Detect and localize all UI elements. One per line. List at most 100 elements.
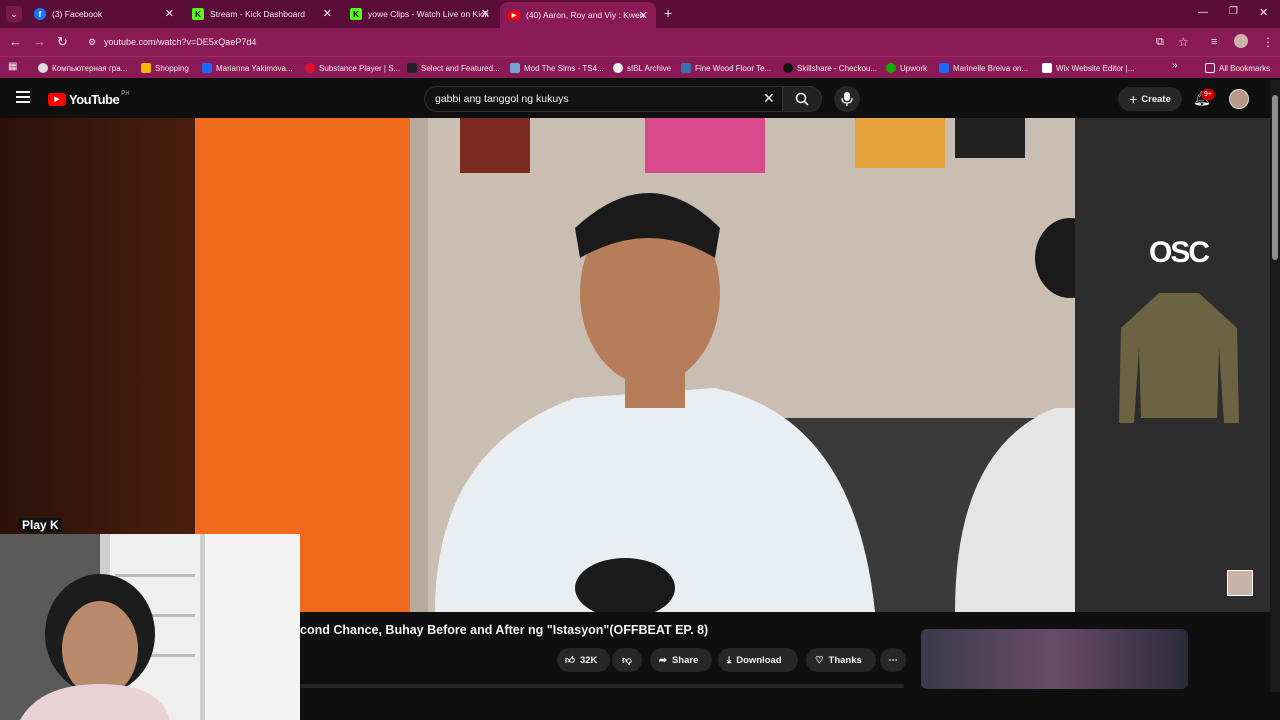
bookmarks-bar: ▦ Компьютерная гра... Shopping Marianna …: [0, 56, 1280, 78]
bookmark-label: Shopping: [155, 63, 189, 73]
reload-icon[interactable]: ↻: [57, 34, 68, 50]
recommended-thumbnail[interactable]: [921, 629, 1188, 689]
webcam-overlay: [0, 534, 300, 720]
close-icon[interactable]: ✕: [639, 9, 648, 22]
share-button[interactable]: ➦ Share: [650, 648, 712, 672]
bookmark-star-icon[interactable]: ☆: [1178, 34, 1189, 50]
search-icon: [795, 92, 809, 106]
bookmark-item[interactable]: Marinelle Breiva on...: [939, 61, 1028, 75]
bookmark-label: Marinelle Breiva on...: [953, 63, 1029, 73]
youtube-logo[interactable]: ▶ YouTube PH: [48, 91, 130, 107]
ambient-right-panel: OSC: [1075, 118, 1270, 612]
video-frame[interactable]: [195, 118, 1075, 612]
media-control-icon[interactable]: ≡: [1211, 34, 1217, 50]
restore-icon[interactable]: ❐: [1229, 6, 1238, 17]
thanks-label: Thanks: [828, 654, 862, 666]
channel-avatar[interactable]: [1227, 570, 1253, 596]
window-close-icon[interactable]: ✕: [1259, 6, 1268, 19]
tab-youtube-active[interactable]: ▶ (40) Aaron, Roy and Viy : Kwent ✕: [500, 2, 656, 28]
bookmark-item[interactable]: sIBL Archive: [613, 61, 671, 75]
account-avatar[interactable]: [1229, 89, 1249, 109]
thanks-button[interactable]: ♡ Thanks: [806, 648, 876, 672]
tab-title: yowe Clips - Watch Live on Kick: [368, 9, 489, 19]
bookmark-item[interactable]: Mod The Sims - TS4...: [510, 61, 604, 75]
dislike-button[interactable]: 👎︎: [612, 648, 642, 672]
folder-icon: [1205, 63, 1215, 73]
bookmark-label: Mod The Sims - TS4...: [524, 63, 604, 73]
like-count: 32K: [579, 654, 598, 666]
video-scene: [195, 118, 1075, 612]
bookmark-label: Wix Website Editor |...: [1056, 63, 1135, 73]
download-label: Download: [736, 654, 782, 666]
bookmark-item[interactable]: Substance Player | S...: [305, 61, 400, 75]
bookmark-item[interactable]: Wix Website Editor |...: [1042, 61, 1134, 75]
voice-search-button[interactable]: [834, 86, 860, 112]
tab-title: Stream - Kick Dashboard: [210, 9, 305, 19]
new-tab-button[interactable]: +: [664, 5, 672, 21]
page-scrollbar[interactable]: [1270, 80, 1280, 692]
plus-icon: +: [1129, 91, 1138, 107]
bookmark-label: sIBL Archive: [627, 63, 672, 73]
bookmark-favicon-icon: [783, 63, 793, 73]
tab-kick-clips[interactable]: K yowe Clips - Watch Live on Kick ✕: [342, 0, 498, 28]
sweater-product-image: [1119, 293, 1239, 423]
tab-search-chevron-icon[interactable]: ⌄: [6, 6, 22, 22]
microphone-icon: [841, 92, 853, 106]
download-button[interactable]: ⤓ Download: [718, 648, 798, 672]
bookmark-item[interactable]: Select and Featured...: [407, 61, 500, 75]
tab-title: (40) Aaron, Roy and Viy : Kwent: [526, 10, 644, 20]
forward-arrow-icon[interactable]: →: [33, 34, 46, 50]
kick-icon: K: [350, 8, 362, 20]
search-button[interactable]: [782, 86, 822, 112]
bookmark-favicon-icon: [305, 63, 315, 73]
menu-kebab-icon[interactable]: ⋮: [1262, 34, 1274, 50]
video-title: cond Chance, Buhay Before and After ng "…: [300, 623, 709, 637]
more-bookmarks-chevron-icon[interactable]: »: [1172, 60, 1178, 71]
tab-kick-dashboard[interactable]: K Stream - Kick Dashboard ✕: [184, 0, 340, 28]
tab-strip: ⌄ f (3) Facebook ✕ K Stream - Kick Dashb…: [0, 0, 1280, 28]
profile-avatar[interactable]: [1234, 34, 1248, 48]
all-bookmarks-label: All Bookmarks: [1219, 63, 1271, 73]
tab-facebook[interactable]: f (3) Facebook ✕: [26, 0, 182, 28]
bookmark-label: Marianna Yakimova...: [216, 63, 293, 73]
minimize-icon[interactable]: —: [1198, 7, 1208, 18]
webcam-scene: [0, 534, 300, 720]
kick-icon: K: [192, 8, 204, 20]
site-info-icon[interactable]: ⚙: [88, 31, 96, 53]
behance-icon: [202, 63, 212, 73]
more-actions-button[interactable]: ⋯: [880, 648, 906, 672]
download-icon: ⤓: [727, 654, 732, 666]
create-button[interactable]: + Create: [1118, 87, 1182, 111]
bookmark-label: Substance Player | S...: [319, 63, 401, 73]
bookmark-favicon-icon: [407, 63, 417, 73]
close-icon[interactable]: ✕: [481, 7, 490, 20]
wix-icon: [1042, 63, 1052, 73]
clear-search-icon[interactable]: ✕: [763, 90, 775, 107]
bookmark-item[interactable]: Marianna Yakimova...: [202, 61, 293, 75]
bookmark-favicon-icon: [681, 63, 691, 73]
tab-title: (3) Facebook: [52, 9, 103, 19]
bookmark-label: Компьютерная гра...: [52, 63, 128, 73]
close-icon[interactable]: ✕: [323, 7, 332, 20]
all-bookmarks[interactable]: All Bookmarks: [1205, 61, 1270, 75]
bookmark-label: Fine Wood Floor Te...: [695, 63, 772, 73]
thanks-heart-icon: ♡: [815, 654, 824, 666]
more-horizontal-icon: ⋯: [888, 654, 898, 666]
install-app-icon[interactable]: ⧉: [1156, 34, 1164, 50]
bookmark-item[interactable]: Skillshare - Checkou...: [783, 61, 877, 75]
share-arrow-icon: ➦: [659, 654, 667, 666]
youtube-icon: ▶: [508, 10, 520, 20]
hamburger-menu-icon[interactable]: [16, 91, 30, 103]
close-icon[interactable]: ✕: [165, 7, 174, 20]
bookmark-label: Skillshare - Checkou...: [797, 63, 878, 73]
apps-grid-icon[interactable]: ▦: [8, 61, 17, 72]
bookmark-item[interactable]: Компьютерная гра...: [38, 61, 127, 75]
address-bar[interactable]: ⚙ youtube.com/watch?v=DE5xQaeP7d4: [80, 31, 1198, 53]
bookmark-item[interactable]: Upwork: [886, 61, 927, 75]
like-button[interactable]: 👍︎ 32K: [557, 648, 610, 672]
bookmark-item[interactable]: Shopping: [141, 61, 189, 75]
back-arrow-icon[interactable]: ←: [9, 34, 22, 50]
bookmark-item[interactable]: Fine Wood Floor Te...: [681, 61, 771, 75]
search-query: gabbi ang tanggol ng kukuys: [435, 93, 569, 105]
bookmark-favicon-icon: [141, 63, 151, 73]
